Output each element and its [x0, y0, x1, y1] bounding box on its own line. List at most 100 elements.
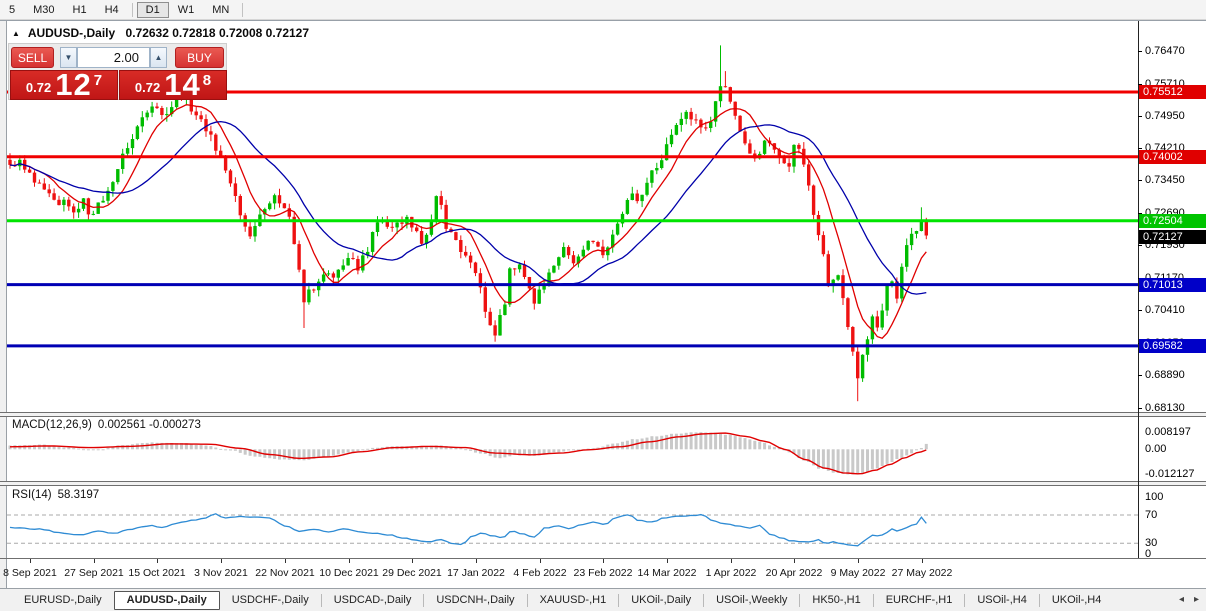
rsi-pane-header: RSI(14) 58.3197	[12, 489, 99, 501]
date-axis-tick	[157, 559, 158, 563]
chart-tab-xauusd-h1[interactable]: XAUUSD-,H1	[528, 591, 619, 609]
chart-tab-eurusd-daily[interactable]: EURUSD-,Daily	[12, 591, 114, 609]
volume-decrease-button[interactable]: ▼	[60, 47, 77, 68]
date-axis-label: 22 Nov 2021	[255, 567, 315, 579]
date-axis-label: 27 Sep 2021	[64, 567, 124, 579]
sell-price-fraction: 0.72	[26, 80, 51, 95]
price-axis-tick	[1138, 116, 1142, 117]
chart-tab-audusd-daily[interactable]: AUDUSD-,Daily	[114, 591, 220, 610]
date-axis-tick	[667, 559, 668, 563]
level-price-label: 0.74002	[1139, 150, 1206, 164]
chart-tab-usdchf-daily[interactable]: USDCHF-,Daily	[220, 591, 321, 609]
date-axis-tick	[412, 559, 413, 563]
chart-tab-usoil-weekly[interactable]: USOil-,Weekly	[704, 591, 799, 609]
level-price-label: 0.75512	[1139, 85, 1206, 99]
tab-scroll-arrows: ◂▸	[1176, 594, 1202, 605]
price-axis-tick	[1138, 51, 1142, 52]
date-axis-label: 17 Jan 2022	[447, 567, 505, 579]
buy-price-fraction: 0.72	[135, 80, 160, 95]
price-axis-tick-label: 0.70410	[1145, 304, 1185, 316]
level-price-label: 0.69582	[1139, 339, 1206, 353]
rsi-axis-label: 0	[1145, 548, 1151, 560]
date-axis-label: 3 Nov 2021	[194, 567, 248, 579]
timeframe-button-h1[interactable]: H1	[64, 2, 96, 18]
sell-price-point: 7	[94, 72, 102, 89]
rsi-axis-label: 100	[1145, 491, 1163, 503]
volume-input[interactable]	[77, 47, 150, 68]
price-axis-tick	[1138, 408, 1142, 409]
buy-price-pips: 14	[164, 71, 200, 99]
date-axis-label: 1 Apr 2022	[706, 567, 757, 579]
date-axis-label: 9 May 2022	[831, 567, 886, 579]
timeframe-button-w1[interactable]: W1	[169, 2, 204, 18]
rsi-axis-label: 70	[1145, 509, 1157, 521]
price-axis-tick-label: 0.73450	[1145, 174, 1185, 186]
collapse-triangle-icon: ▲	[12, 29, 20, 38]
timeframe-button-5[interactable]: 5	[0, 2, 24, 18]
chart-tab-ukoil-daily[interactable]: UKOil-,Daily	[619, 591, 703, 609]
chart-tab-usoil-h4[interactable]: USOil-,H4	[965, 591, 1039, 609]
timeframe-toolbar: 5M30H1H4 D1W1MN	[0, 0, 1206, 20]
date-axis-tick	[94, 559, 95, 563]
date-axis-label: 29 Dec 2021	[382, 567, 442, 579]
price-axis-tick-label: 0.68130	[1145, 402, 1185, 414]
timeframe-button-h4[interactable]: H4	[96, 2, 128, 18]
trading-terminal-window: 5M30H1H4 D1W1MN ▲ AUDUSD-,Daily 0.72632 0…	[0, 0, 1206, 611]
level-price-label: 0.71013	[1139, 278, 1206, 292]
date-axis-tick	[858, 559, 859, 563]
tab-scroll-right-icon[interactable]: ▸	[1191, 594, 1202, 605]
date-axis-label: 27 May 2022	[892, 567, 953, 579]
chart-symbol-header: ▲ AUDUSD-,Daily 0.72632 0.72818 0.72008 …	[12, 26, 309, 40]
chart-tab-hk50-h1[interactable]: HK50-,H1	[800, 591, 872, 609]
toolbar-separator	[242, 3, 243, 17]
rsi-indicator-canvas[interactable]	[7, 486, 1138, 558]
date-axis-tick	[794, 559, 795, 563]
chart-symbol-title: AUDUSD-,Daily	[28, 26, 115, 40]
chart-tab-eurchf-h1[interactable]: EURCHF-,H1	[874, 591, 965, 609]
chevron-up-icon: ▲	[155, 53, 163, 62]
current-price-label: 0.72127	[1139, 230, 1206, 244]
rsi-indicator-value: 58.3197	[58, 489, 100, 501]
buy-button[interactable]: BUY	[175, 47, 224, 68]
timeframe-button-d1[interactable]: D1	[137, 2, 169, 18]
sell-price-pips: 12	[55, 71, 91, 99]
date-axis-label: 15 Oct 2021	[128, 567, 185, 579]
macd-indicator-values: 0.002561 -0.000273	[98, 419, 201, 431]
date-axis-label: 10 Dec 2021	[319, 567, 379, 579]
date-axis-tick	[731, 559, 732, 563]
date-axis-label: 4 Feb 2022	[513, 567, 566, 579]
sell-button[interactable]: SELL	[11, 47, 54, 68]
macd-axis-label: 0.00	[1145, 443, 1166, 455]
volume-increase-button[interactable]: ▲	[150, 47, 167, 68]
chart-tab-usdcad-daily[interactable]: USDCAD-,Daily	[322, 591, 424, 609]
price-axis-tick	[1138, 180, 1142, 181]
chart-tab-bar: EURUSD-,DailyAUDUSD-,DailyUSDCHF-,DailyU…	[0, 588, 1206, 611]
price-axis-tick	[1138, 310, 1142, 311]
sell-price-box[interactable]: 0.72 12 7	[10, 70, 118, 100]
buy-price-point: 8	[203, 72, 211, 89]
tab-scroll-left-icon[interactable]: ◂	[1176, 594, 1187, 605]
timeframe-button-m30[interactable]: M30	[24, 2, 63, 18]
date-axis-tick	[603, 559, 604, 563]
date-axis-tick	[30, 559, 31, 563]
price-axis-tick-label: 0.68890	[1145, 369, 1185, 381]
chart-tab-ukoil-h4[interactable]: UKOil-,H4	[1040, 591, 1114, 609]
level-price-label: 0.72504	[1139, 214, 1206, 228]
rsi-indicator-label: RSI(14)	[12, 489, 52, 501]
date-axis-label: 14 Mar 2022	[638, 567, 697, 579]
chart-window-left-frame	[0, 21, 7, 588]
date-axis-tick	[922, 559, 923, 563]
price-axis-tick	[1138, 148, 1142, 149]
buy-price-box[interactable]: 0.72 14 8	[119, 70, 227, 100]
price-axis-tick	[1138, 375, 1142, 376]
date-axis-tick	[285, 559, 286, 563]
chart-tab-usdcnh-daily[interactable]: USDCNH-,Daily	[424, 591, 526, 609]
date-axis-label: 20 Apr 2022	[766, 567, 823, 579]
date-axis-tick	[540, 559, 541, 563]
chevron-down-icon: ▼	[65, 53, 73, 62]
timeframe-button-mn[interactable]: MN	[203, 2, 238, 18]
price-axis-tick-label: 0.76470	[1145, 45, 1185, 57]
one-click-trading-panel: SELL ▼ ▲ BUY 0.72 12 7 0.72 14 8	[8, 43, 227, 100]
toolbar-separator	[132, 3, 133, 17]
date-axis-label: 23 Feb 2022	[574, 567, 633, 579]
